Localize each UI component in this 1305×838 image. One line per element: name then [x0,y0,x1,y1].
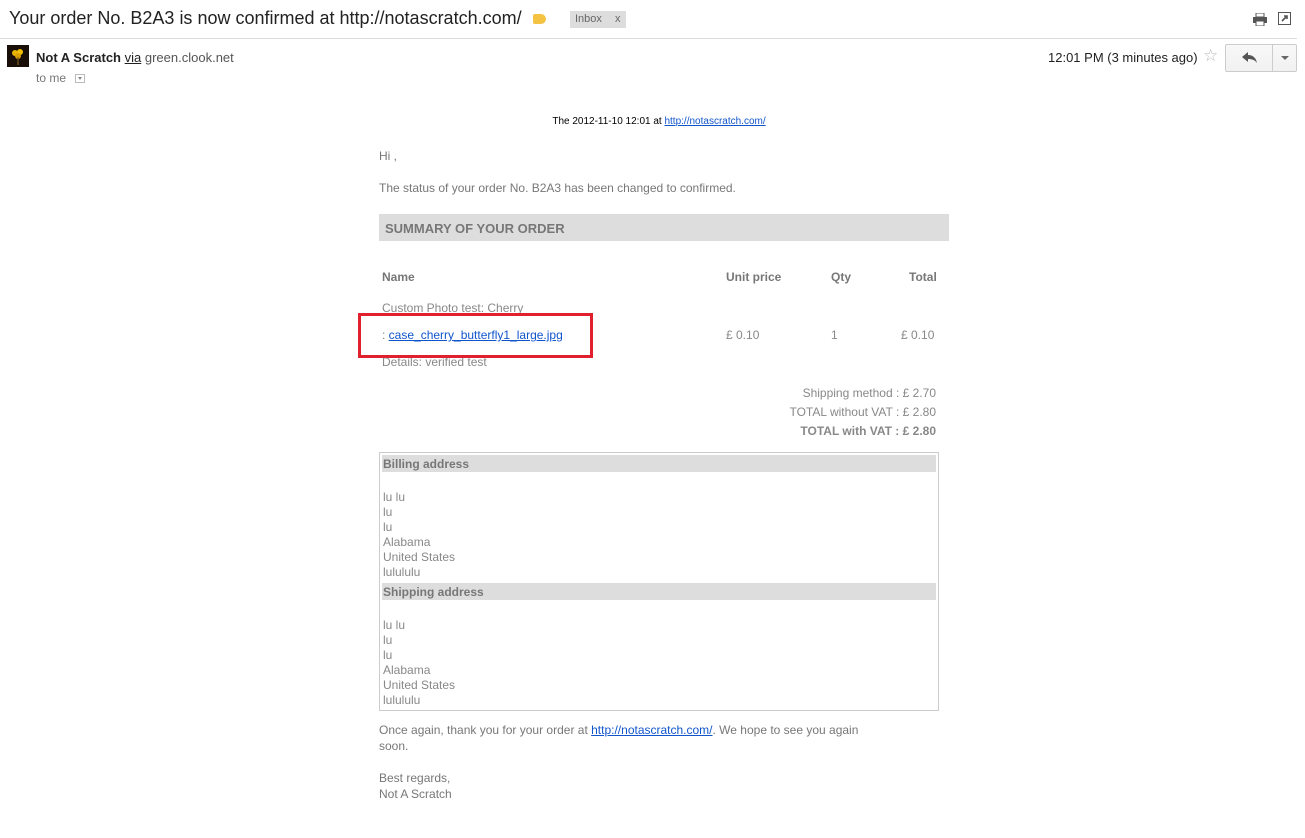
total-with-vat: TOTAL with VAT : £ 2.80 [800,424,936,438]
thanks-suffix: . We hope to see you again [712,723,859,737]
column-header-total: Total [909,270,937,284]
print-icon[interactable] [1253,13,1267,26]
sender-avatar [7,45,29,67]
recipient-text: to me [36,71,67,85]
reply-icon [1242,52,1257,63]
billing-line: Alabama [383,535,431,549]
shipping-cost: Shipping method : £ 2.70 [802,386,936,400]
column-header-qty: Qty [831,270,852,284]
column-header-unit-price: Unit price [726,270,782,284]
shipping-address-title: Shipping address [383,585,484,599]
new-window-icon[interactable] [1278,12,1291,25]
shipping-line: lu lu [383,618,406,632]
star-icon[interactable]: ☆ [1203,46,1218,66]
item-unit-price: £ 0.10 [726,328,760,342]
thanks-line-2: soon. [379,739,409,753]
item-qty: 1 [831,328,838,342]
shipping-line: lulululu [383,693,421,707]
via-link[interactable]: via [125,50,142,65]
greeting: Hi , [379,149,397,163]
status-line: The status of your order No. B2A3 has be… [379,181,736,195]
billing-line: lu [383,505,393,519]
email-subject: Your order No. B2A3 is now confirmed at … [9,8,522,28]
regards: Best regards, [379,771,451,785]
reply-button[interactable] [1225,44,1273,72]
order-date-line: The 2012-11-10 12:01 at http://notascrat… [379,116,939,127]
thanks-prefix: Once again, thank you for your order at [379,723,592,737]
remove-label-button[interactable]: x [615,13,621,25]
billing-line: lu lu [383,490,406,504]
sender-line: Not A Scratch via green.clook.net [36,50,234,65]
show-details-icon[interactable] [75,74,85,83]
highlight-annotation-box [358,313,593,358]
billing-line: lu [383,520,393,534]
sender-domain: green.clook.net [144,50,234,65]
shipping-line: United States [383,678,456,692]
total-without-vat: TOTAL without VAT : £ 2.80 [789,405,936,419]
signature: Not A Scratch [379,787,452,801]
header-divider [0,38,1297,39]
billing-address-title: Billing address [383,457,470,471]
billing-address-heading: Billing address [382,455,936,472]
billing-line: lulululu [383,565,421,579]
header-site-link[interactable]: http://notascratch.com/ [664,116,765,127]
shipping-line: Alabama [383,663,431,677]
address-box [379,452,939,711]
label-icon[interactable] [533,14,546,24]
sender-name[interactable]: Not A Scratch [36,50,121,65]
item-total: £ 0.10 [901,328,935,342]
more-actions-dropdown-icon[interactable] [1272,44,1297,72]
order-date-text: The 2012-11-10 12:01 at [552,116,665,127]
billing-line: United States [383,550,456,564]
column-header-name: Name [382,270,415,284]
summary-title: SUMMARY OF YOUR ORDER [385,221,565,236]
shipping-line: lu [383,648,393,662]
summary-heading-bar: SUMMARY OF YOUR ORDER [379,214,949,241]
inbox-label-text: Inbox [575,13,602,25]
thanks-site-link[interactable]: http://notascratch.com/ [591,723,712,737]
thanks-line: Once again, thank you for your order at … [379,723,858,737]
inbox-label-chip[interactable]: Inbox x [570,11,626,28]
shipping-line: lu [383,633,393,647]
shipping-address-heading: Shipping address [382,583,936,600]
email-timestamp: 12:01 PM (3 minutes ago) [1048,50,1198,65]
